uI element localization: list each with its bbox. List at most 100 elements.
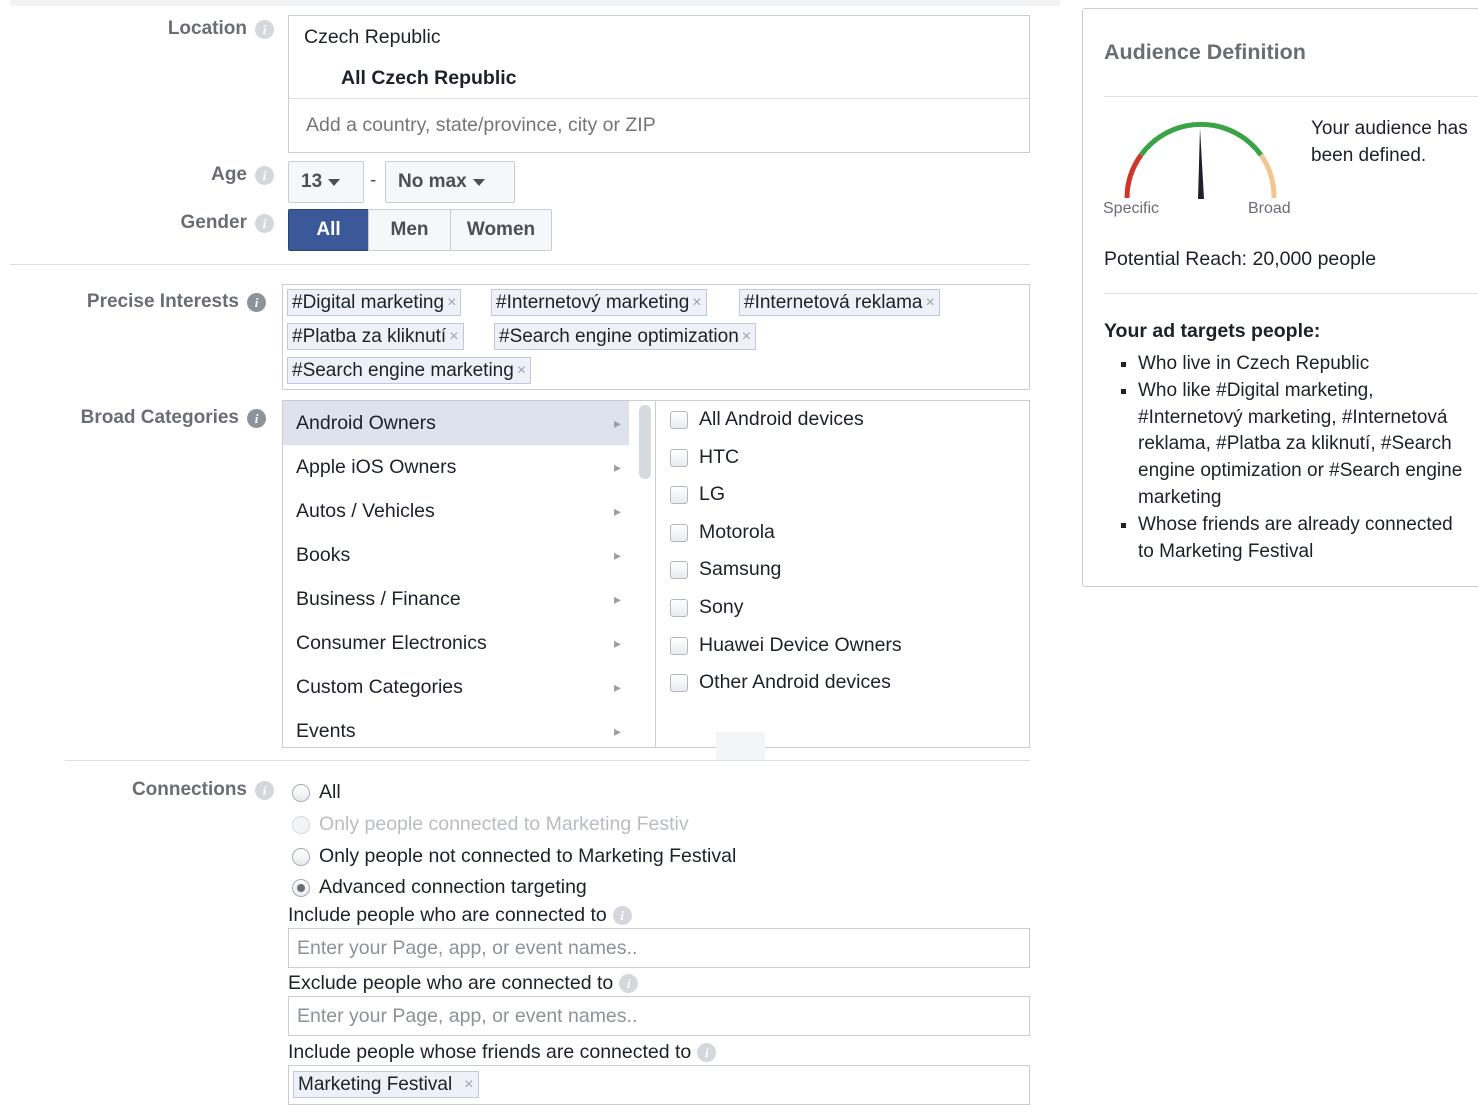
close-icon[interactable]: × xyxy=(692,294,701,312)
info-icon[interactable]: i xyxy=(247,408,266,428)
chevron-down-icon xyxy=(328,178,341,186)
exclude-connected-label: Exclude people who are connected to i xyxy=(288,972,639,995)
category-scrollbar[interactable] xyxy=(639,405,651,479)
connections-radio-connected: Only people connected to Marketing Festi… xyxy=(292,813,689,836)
category-item[interactable]: Business / Finance ▸ xyxy=(283,577,629,621)
option-checkbox[interactable]: Sony xyxy=(670,596,743,619)
category-label: Events xyxy=(296,719,356,742)
age-max-select[interactable]: No max xyxy=(385,161,515,203)
location-input[interactable] xyxy=(289,99,1029,152)
category-item[interactable]: Apple iOS Owners ▸ xyxy=(283,445,629,489)
info-icon[interactable]: i xyxy=(247,292,266,312)
interests-label: Precise Interests i xyxy=(87,291,266,313)
interest-tag: #Digital marketing × xyxy=(287,289,462,316)
age-min-select[interactable]: 13 xyxy=(288,161,364,203)
broad-categories-box: Android Owners ▸ Apple iOS Owners ▸ Autos … xyxy=(282,400,1030,748)
interest-tag-label: #Search engine optimization xyxy=(499,325,739,347)
interest-tag-label: #Internetový marketing xyxy=(496,291,690,313)
connections-radio-all[interactable]: All xyxy=(292,781,341,804)
age-min-value: 13 xyxy=(301,171,323,192)
category-item[interactable]: Custom Categories ▸ xyxy=(283,665,629,709)
audience-gauge xyxy=(1124,121,1277,199)
option-checkbox[interactable]: Samsung xyxy=(670,558,781,581)
friends-connected-input[interactable]: Marketing Festival × xyxy=(288,1065,1030,1105)
interest-tag: #Internetová reklama × xyxy=(739,289,940,316)
gender-women-button[interactable]: Women xyxy=(450,209,552,251)
info-icon[interactable]: i xyxy=(255,213,274,233)
close-icon[interactable]: × xyxy=(926,294,935,312)
interest-tag: #Internetový marketing × xyxy=(491,289,707,316)
panel-divider xyxy=(1104,293,1478,294)
close-icon[interactable]: × xyxy=(517,362,526,380)
category-label: Custom Categories xyxy=(296,675,463,698)
info-icon[interactable]: i xyxy=(255,780,274,800)
section-divider xyxy=(10,264,1030,265)
targets-heading: Your ad targets people: xyxy=(1104,320,1321,342)
connections-radio-not-connected[interactable]: Only people not connected to Marketing F… xyxy=(292,845,736,868)
info-icon[interactable]: i xyxy=(619,974,639,993)
gender-men-button[interactable]: Men xyxy=(368,209,451,251)
exclude-connected-input[interactable] xyxy=(288,996,1030,1036)
option-checkbox[interactable]: HTC xyxy=(670,446,739,469)
friends-tag-label: Marketing Festival xyxy=(298,1073,453,1095)
resize-handle[interactable] xyxy=(716,732,765,760)
location-box: Czech Republic All Czech Republic xyxy=(288,15,1030,153)
category-label: Android Owners xyxy=(296,411,436,434)
chevron-right-icon: ▸ xyxy=(613,414,621,431)
chevron-down-icon xyxy=(472,178,485,186)
info-icon[interactable]: i xyxy=(612,906,632,925)
category-item[interactable]: Consumer Electronics ▸ xyxy=(283,621,629,665)
option-checkbox[interactable]: Huawei Device Owners xyxy=(670,634,902,657)
location-region[interactable]: All Czech Republic xyxy=(341,67,517,90)
target-item: Who live in Czech Republic xyxy=(1138,351,1464,378)
gauge-broad-segment xyxy=(1258,153,1277,199)
category-item[interactable]: Events ▸ xyxy=(283,709,629,747)
interests-box[interactable]: #Digital marketing × #Internetový marketi… xyxy=(282,284,1030,390)
close-icon[interactable]: × xyxy=(464,1076,473,1094)
gauge-broad-label: Broad xyxy=(1248,200,1291,217)
target-item: Who like #Digital marketing, #Internetov… xyxy=(1138,378,1464,512)
gauge-needle xyxy=(1198,128,1204,199)
category-label: Apple iOS Owners xyxy=(296,455,457,478)
gauge-specific-label: Specific xyxy=(1103,200,1160,217)
audience-title: Audience Definition xyxy=(1104,40,1306,64)
option-list: All Android devices HTC LG Motorola Sams… xyxy=(656,401,1029,747)
interest-tag-label: #Internetová reklama xyxy=(744,291,923,313)
option-checkbox[interactable]: All Android devices xyxy=(670,408,864,431)
info-icon[interactable]: i xyxy=(697,1043,717,1062)
age-separator: - xyxy=(370,170,377,191)
chevron-right-icon: ▸ xyxy=(613,634,621,651)
category-item[interactable]: Android Owners ▸ xyxy=(283,401,629,445)
option-checkbox[interactable]: LG xyxy=(670,483,725,506)
broad-categories-label: Broad Categories i xyxy=(81,407,266,429)
category-label: Consumer Electronics xyxy=(296,631,487,654)
category-item[interactable]: Autos / Vehicles ▸ xyxy=(283,489,629,533)
info-icon[interactable]: i xyxy=(255,165,274,185)
include-connected-input[interactable] xyxy=(288,928,1030,968)
category-label: Business / Finance xyxy=(296,587,461,610)
category-list[interactable]: Android Owners ▸ Apple iOS Owners ▸ Autos … xyxy=(283,401,655,747)
close-icon[interactable]: × xyxy=(742,328,751,346)
gauge-specific-segment xyxy=(1124,153,1144,199)
chevron-right-icon: ▸ xyxy=(613,458,621,475)
connections-label: Connections i xyxy=(132,779,274,801)
option-checkbox[interactable]: Motorola xyxy=(670,521,775,544)
interest-tag-label: #Digital marketing xyxy=(292,291,445,313)
option-checkbox[interactable]: Other Android devices xyxy=(670,671,891,694)
interest-tag: #Search engine optimization × xyxy=(494,323,757,350)
interest-tag: #Search engine marketing × xyxy=(287,357,532,384)
category-item[interactable]: Books ▸ xyxy=(283,533,629,577)
chevron-right-icon: ▸ xyxy=(613,590,621,607)
chevron-right-icon: ▸ xyxy=(613,678,621,695)
connections-radio-advanced[interactable]: Advanced connection targeting xyxy=(292,876,587,899)
info-icon[interactable]: i xyxy=(255,19,274,39)
close-icon[interactable]: × xyxy=(447,294,456,312)
gender-all-button[interactable]: All xyxy=(288,209,369,251)
close-icon[interactable]: × xyxy=(449,328,458,346)
chevron-right-icon: ▸ xyxy=(613,502,621,519)
interest-tag-label: #Search engine marketing xyxy=(292,359,514,381)
age-label: Age i xyxy=(211,164,274,186)
top-strip xyxy=(10,0,1060,6)
category-label: Autos / Vehicles xyxy=(296,499,435,522)
friends-connected-label: Include people whose friends are connect… xyxy=(288,1041,717,1064)
